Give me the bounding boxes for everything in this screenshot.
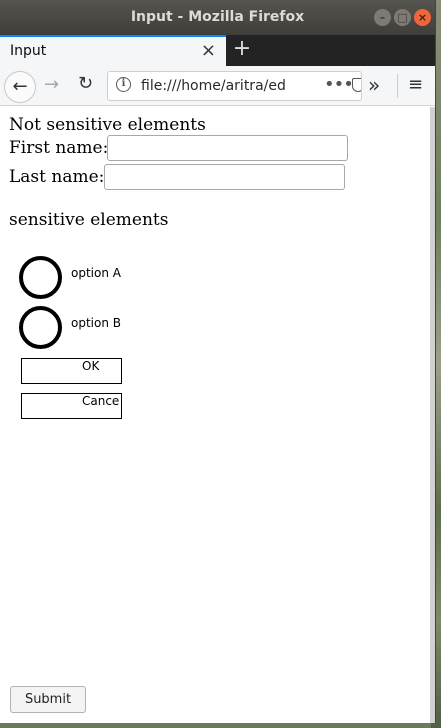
first-name-label: First name: (9, 138, 109, 158)
new-tab-button[interactable]: + (232, 36, 252, 61)
option-a-label: option A (71, 266, 121, 280)
hamburger-menu-icon[interactable]: ≡ (408, 74, 423, 95)
last-name-label: Last name: (9, 167, 105, 187)
navigation-toolbar: ← → ↻ i file:///home/aritra/ed ••• » ≡ (0, 66, 435, 106)
reload-button[interactable]: ↻ (78, 73, 93, 94)
back-button[interactable]: ← (4, 71, 36, 103)
sensitive-heading: sensitive elements (9, 210, 169, 230)
option-a-radio[interactable] (19, 256, 62, 299)
forward-button[interactable]: → (44, 74, 59, 95)
title-bar: Input - Mozilla Firefox – □ × (0, 0, 435, 35)
url-bar[interactable]: i file:///home/aritra/ed ••• (107, 71, 362, 101)
cancel-label: Cance (82, 394, 120, 408)
tracking-protection-icon[interactable] (352, 78, 361, 92)
page-content: Not sensitive elements First name: Last … (0, 107, 430, 723)
toolbar-separator (397, 74, 398, 98)
page-scrollbar[interactable] (430, 107, 435, 723)
site-info-icon[interactable]: i (116, 77, 131, 92)
tab-input[interactable]: Input × (0, 35, 226, 66)
tab-strip: Input × + (0, 35, 435, 66)
close-window-button[interactable]: × (414, 9, 431, 26)
submit-button[interactable]: Submit (10, 686, 86, 713)
option-b-radio[interactable] (19, 306, 62, 349)
url-text[interactable]: file:///home/aritra/ed (141, 78, 286, 94)
last-name-input[interactable] (104, 164, 345, 190)
window-title: Input - Mozilla Firefox (130, 9, 305, 25)
option-b-label: option B (71, 316, 121, 330)
first-name-input[interactable] (107, 135, 348, 161)
tab-title: Input (10, 43, 47, 59)
maximize-button[interactable]: □ (394, 9, 411, 26)
page-actions-icon[interactable]: ••• (324, 74, 354, 95)
tab-close-icon[interactable]: × (201, 40, 216, 61)
ok-button[interactable]: OK (21, 358, 122, 384)
browser-window: Input - Mozilla Firefox – □ × Input × + … (0, 0, 436, 723)
cancel-button[interactable]: Cance (21, 393, 122, 419)
not-sensitive-heading: Not sensitive elements (9, 115, 206, 135)
minimize-button[interactable]: – (374, 9, 391, 26)
ok-label: OK (82, 359, 100, 373)
overflow-menu-icon[interactable]: » (368, 73, 380, 97)
